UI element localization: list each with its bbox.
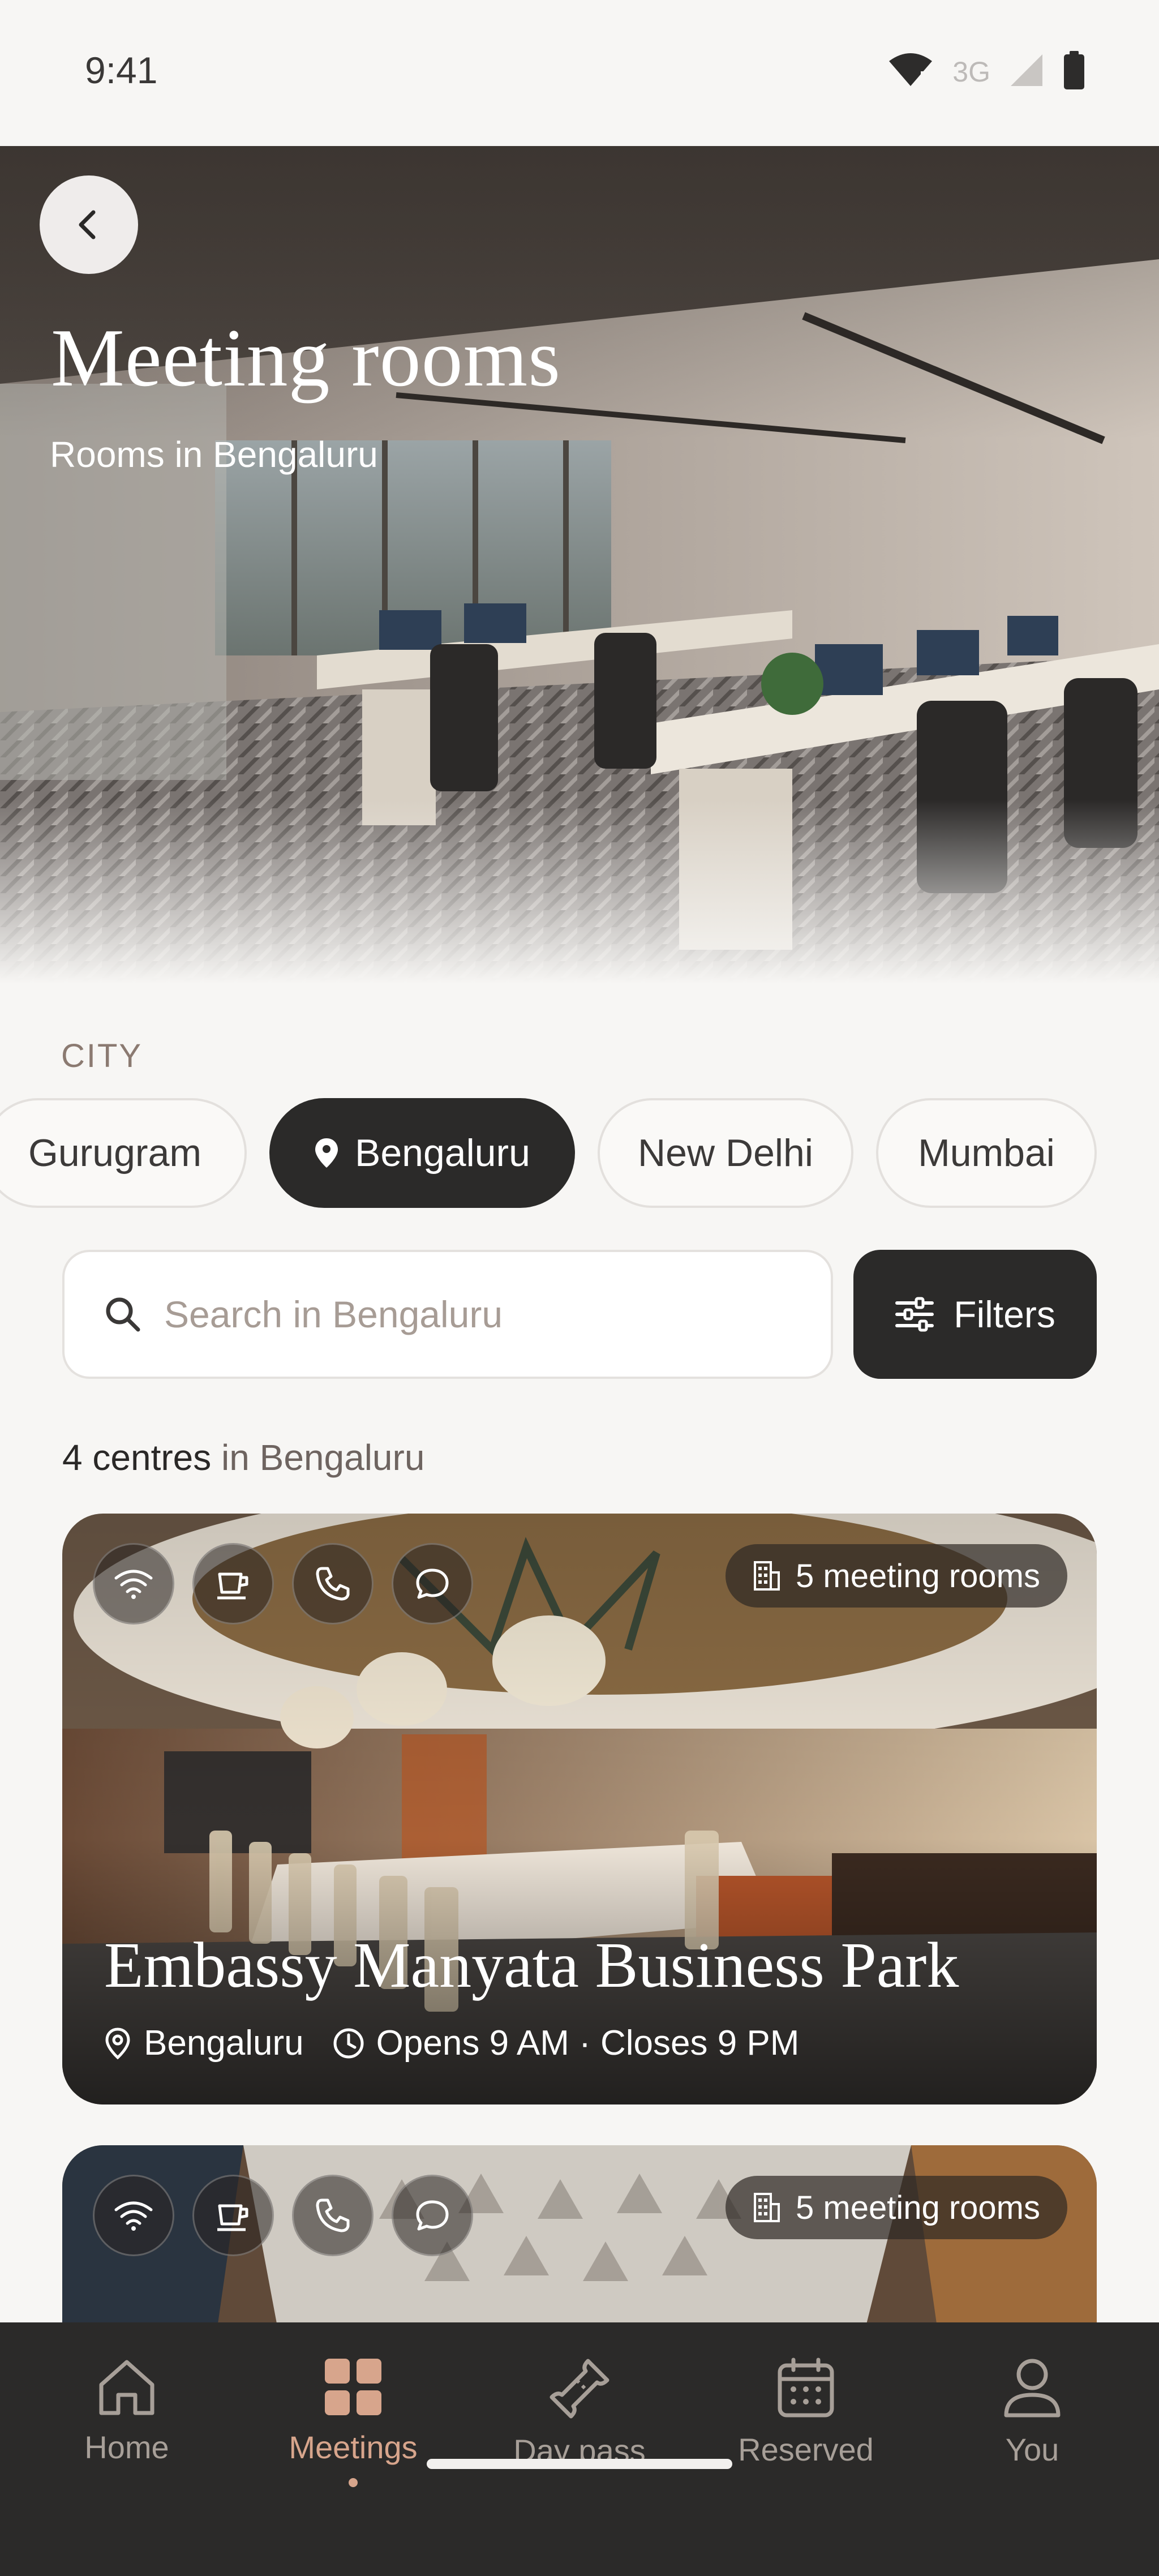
person-icon xyxy=(1004,2359,1061,2418)
nav-you[interactable]: You xyxy=(947,2358,1117,2468)
results-count-number: 4 centres xyxy=(62,1437,212,1478)
grid-icon xyxy=(325,2359,381,2415)
centre-meta: Bengaluru Opens 9 AM · Closes 9 PM xyxy=(104,2023,799,2063)
filters-label: Filters xyxy=(954,1293,1055,1335)
nav-label: You xyxy=(1005,2432,1059,2467)
status-time: 9:41 xyxy=(85,49,158,91)
filters-button[interactable]: Filters xyxy=(853,1250,1097,1379)
nav-label: Home xyxy=(84,2429,169,2465)
home-icon xyxy=(99,2360,154,2415)
coffee-icon xyxy=(217,1572,248,1600)
nav-label: Meetings xyxy=(289,2429,418,2465)
wifi-status-icon xyxy=(888,52,933,91)
home-indicator[interactable] xyxy=(427,2459,732,2469)
city-chip-new-delhi[interactable]: New Delhi xyxy=(598,1098,853,1208)
amenity-coffee xyxy=(192,1543,274,1625)
city-chip-gurugram[interactable]: Gurugram xyxy=(0,1098,247,1208)
back-button[interactable] xyxy=(40,175,138,274)
chat-icon xyxy=(416,2200,449,2231)
page-subtitle: Rooms in Bengaluru xyxy=(50,434,378,475)
signal-icon xyxy=(1010,53,1044,90)
status-bar: 9:41 3G xyxy=(0,0,1159,146)
status-icons: 3G xyxy=(888,51,1085,92)
meeting-rooms-badge: 5 meeting rooms xyxy=(726,2176,1067,2239)
city-chip-mumbai[interactable]: Mumbai xyxy=(876,1098,1097,1208)
building-icon xyxy=(754,1561,780,1591)
location-pin-icon xyxy=(315,1138,338,1168)
amenity-wifi xyxy=(93,2175,174,2256)
amenity-phone xyxy=(292,1543,374,1625)
nav-label: Reserved xyxy=(738,2432,874,2467)
chat-icon xyxy=(416,1568,449,1599)
battery-icon xyxy=(1063,51,1085,92)
wifi-icon xyxy=(114,2201,153,2231)
city-chip-row: Gurugram Bengaluru New Delhi Mumbai xyxy=(0,1098,1159,1211)
amenity-chat xyxy=(392,2175,473,2256)
city-chip-bengaluru[interactable]: Bengaluru xyxy=(269,1098,575,1208)
amenity-wifi xyxy=(93,1543,174,1625)
building-icon xyxy=(754,2193,780,2222)
city-chip-label: Bengaluru xyxy=(354,1131,531,1175)
network-label: 3G xyxy=(952,55,990,88)
search-box[interactable] xyxy=(62,1250,833,1379)
clock-icon xyxy=(333,2028,364,2058)
centre-city: Bengaluru xyxy=(144,2024,304,2063)
calendar-icon xyxy=(778,2358,834,2418)
sliders-icon xyxy=(895,1297,934,1332)
bottom-nav: Home Meetings Day pass Reserved You xyxy=(0,2322,1159,2576)
results-count: 4 centres in Bengaluru xyxy=(62,1437,424,1478)
coffee-icon xyxy=(217,2204,248,2231)
city-chip-label: Gurugram xyxy=(28,1131,202,1175)
results-count-suffix: in Bengaluru xyxy=(211,1437,425,1478)
amenity-chat xyxy=(392,1543,473,1625)
search-icon xyxy=(104,1296,141,1333)
city-label: CITY xyxy=(61,1038,143,1074)
meeting-rooms-badge: 5 meeting rooms xyxy=(726,1544,1067,1608)
chevron-left-icon xyxy=(79,210,96,239)
nav-reserved[interactable]: Reserved xyxy=(721,2358,891,2468)
page-title: Meeting rooms xyxy=(51,312,561,404)
search-input[interactable] xyxy=(163,1292,788,1336)
amenity-phone xyxy=(292,2175,374,2256)
city-chip-label: Mumbai xyxy=(918,1131,1055,1175)
ticket-icon xyxy=(550,2359,609,2419)
amenity-coffee xyxy=(192,2175,274,2256)
nav-home[interactable]: Home xyxy=(42,2358,212,2466)
city-chip-label: New Delhi xyxy=(638,1131,813,1175)
centre-card[interactable]: 5 meeting rooms Embassy Manyata Business… xyxy=(62,1514,1097,2104)
meeting-rooms-count: 5 meeting rooms xyxy=(796,2189,1040,2226)
hero-banner: Meeting rooms Rooms in Bengaluru xyxy=(0,146,1159,984)
location-pin-icon xyxy=(105,2027,130,2059)
centre-name: Embassy Manyata Business Park xyxy=(104,1929,959,2001)
active-indicator-dot xyxy=(349,2478,358,2487)
nav-meetings[interactable]: Meetings xyxy=(268,2358,438,2487)
meeting-rooms-count: 5 meeting rooms xyxy=(796,1557,1040,1595)
wifi-icon xyxy=(114,1570,153,1599)
phone-icon xyxy=(316,1567,350,1601)
nav-day-pass[interactable]: Day pass xyxy=(495,2358,664,2469)
centre-hours: Opens 9 AM · Closes 9 PM xyxy=(376,2024,800,2063)
phone-icon xyxy=(316,2198,350,2232)
office-hero-image xyxy=(0,146,1159,984)
